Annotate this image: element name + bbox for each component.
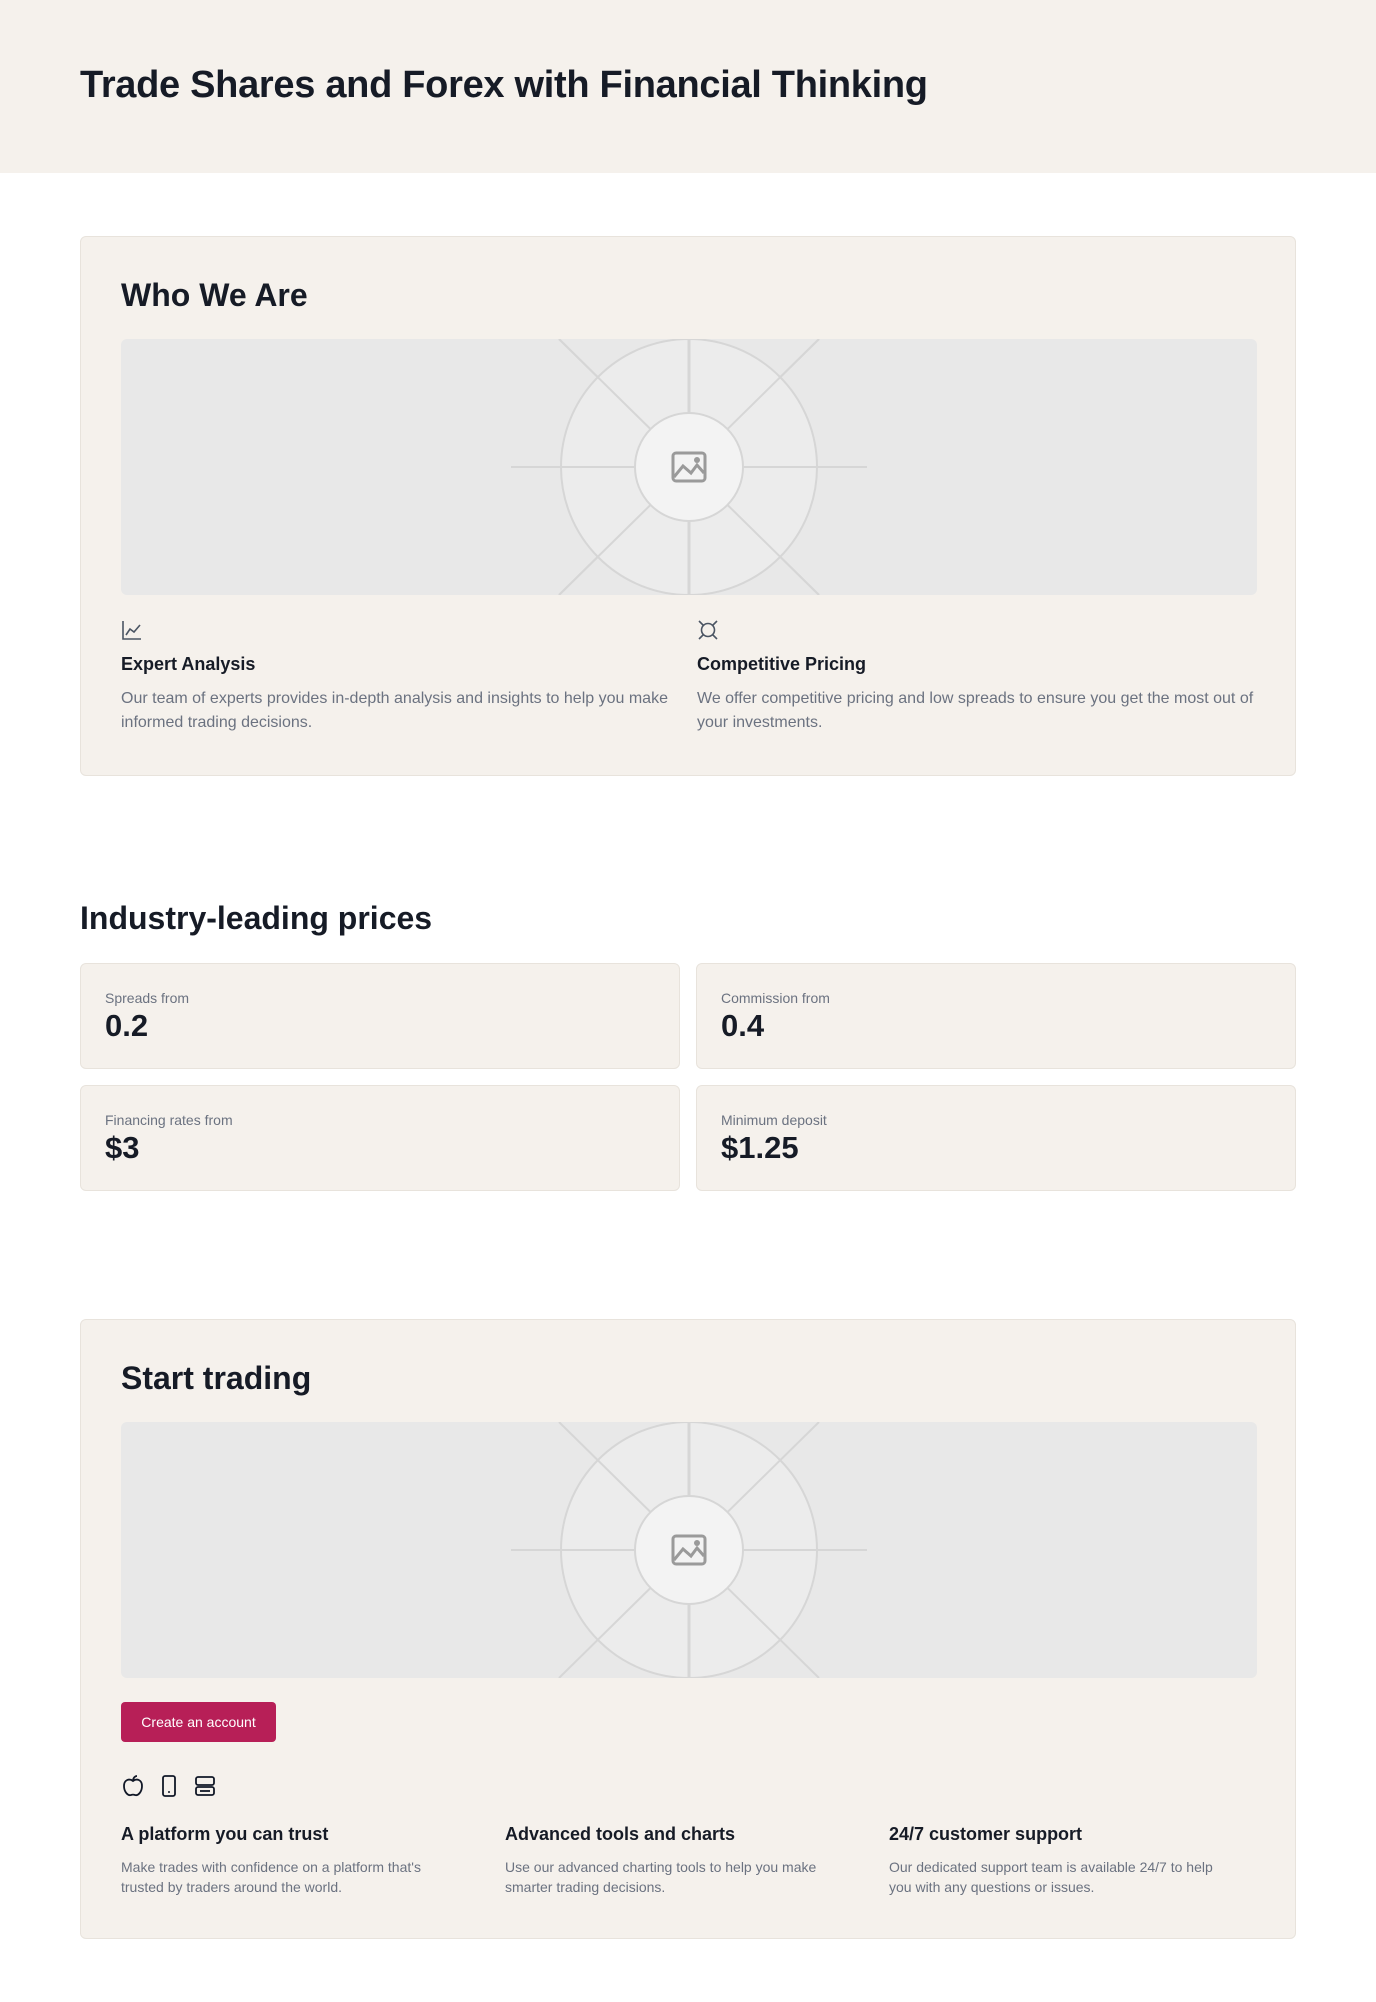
mobile-phone-icon (162, 1775, 176, 1797)
stat-value: $3 (105, 1130, 140, 1165)
who-we-are-title: Who We Are (121, 277, 308, 313)
apple-icon (123, 1775, 143, 1797)
stat-card: Spreads from 0.2 (80, 963, 680, 1069)
stat-card: Financing rates from $3 (80, 1085, 680, 1191)
line-chart-icon (122, 621, 141, 640)
stat-label: Commission from (721, 990, 830, 1006)
start-trading-title: Start trading (121, 1360, 312, 1396)
stat-card: Minimum deposit $1.25 (696, 1085, 1296, 1191)
server-icon (195, 1776, 215, 1796)
page-title: Trade Shares and Forex with Financial Th… (80, 64, 928, 106)
feature-description: Our dedicated support team is available … (889, 1859, 1213, 1895)
feature-title: A platform you can trust (121, 1824, 329, 1844)
stat-card: Commission from 0.4 (696, 963, 1296, 1069)
stat-value: $1.25 (721, 1130, 799, 1165)
feature-description: Make trades with confidence on a platfor… (121, 1859, 421, 1895)
placeholder-pattern (511, 1422, 867, 1678)
create-account-button[interactable]: Create an account (121, 1702, 276, 1742)
feature-title: Advanced tools and charts (505, 1824, 736, 1844)
feature-title: 24/7 customer support (889, 1824, 1083, 1844)
image-placeholder (121, 339, 1257, 595)
stat-value: 0.2 (105, 1008, 149, 1043)
feature-description: We offer competitive pricing and low spr… (697, 690, 1254, 731)
feature-description: Our team of experts provides in-depth an… (121, 690, 668, 731)
stat-value: 0.4 (721, 1008, 765, 1043)
feature-title: Competitive Pricing (697, 654, 867, 674)
hero-banner: Trade Shares and Forex with Financial Th… (0, 0, 1376, 173)
stat-label: Minimum deposit (721, 1112, 827, 1128)
stat-label: Financing rates from (105, 1112, 233, 1128)
feature-description: Use our advanced charting tools to help … (505, 1859, 817, 1895)
placeholder-pattern (511, 339, 867, 595)
start-trading-card: Start trading Create an account A platfo (80, 1319, 1296, 1939)
stat-label: Spreads from (105, 990, 190, 1006)
prices-title: Industry-leading prices (80, 900, 433, 936)
feature-title: Expert Analysis (121, 654, 256, 674)
who-we-are-card: Who We Are Expert Analysis Our team of e… (80, 236, 1296, 776)
image-placeholder (121, 1422, 1257, 1678)
currency-icon (698, 620, 718, 640)
